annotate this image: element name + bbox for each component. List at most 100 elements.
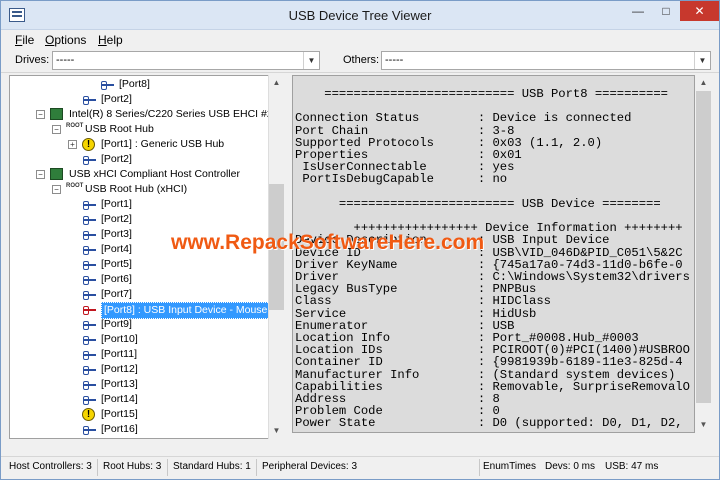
status-bar: Host Controllers: 3 Root Hubs: 3 Standar… bbox=[1, 456, 719, 479]
tree-item-label: [Port13] bbox=[101, 378, 138, 390]
tree-item-label: USB Root Hub bbox=[85, 123, 154, 135]
usb-port-icon bbox=[82, 363, 98, 376]
tree-item[interactable]: − Intel(R) 8 Series/C220 Series USB EHCI … bbox=[10, 107, 284, 122]
status-devs-time: Devs: 0 ms bbox=[545, 461, 596, 472]
scroll-up-icon[interactable]: ▲ bbox=[696, 75, 711, 90]
tree-item[interactable]: − USB xHCI Compliant Host Controller bbox=[10, 167, 270, 182]
tree-item[interactable]: [Port1] bbox=[10, 197, 270, 212]
tree-item[interactable]: − ROOT USB Root Hub bbox=[10, 122, 270, 137]
collapse-icon[interactable]: − bbox=[36, 170, 45, 179]
details-horizontal-scrollbar[interactable] bbox=[292, 433, 695, 443]
tree-item[interactable]: [Port2] bbox=[10, 152, 270, 167]
root-hub-icon: ROOT bbox=[66, 123, 84, 129]
usb-port-icon bbox=[82, 243, 98, 256]
detail-line: Driver : C:\Windows\System32\drivers bbox=[295, 270, 690, 284]
tree-item-label: [Port10] bbox=[101, 333, 138, 345]
tree-item[interactable]: [Port13] bbox=[10, 377, 270, 392]
drives-value: ----- bbox=[56, 54, 75, 66]
status-host-controllers: Host Controllers: 3 bbox=[9, 461, 92, 472]
chevron-down-icon[interactable]: ▼ bbox=[694, 52, 710, 69]
tree-item[interactable]: [Port12] bbox=[10, 362, 270, 377]
tree-item[interactable]: [Port16] bbox=[10, 422, 270, 437]
tree-item-label: [Port6] bbox=[101, 273, 132, 285]
usb-port-icon bbox=[82, 423, 98, 436]
detail-line: ======================== USB Device ====… bbox=[295, 196, 661, 211]
maximize-button[interactable]: □ bbox=[652, 1, 680, 21]
detail-line: ========================== USB Port8 ===… bbox=[295, 87, 668, 101]
tree-item[interactable]: [Port11] bbox=[10, 347, 270, 362]
tree-item[interactable]: [Port7] bbox=[10, 287, 270, 302]
menu-file[interactable]: File bbox=[15, 33, 34, 47]
detail-line: Legacy BusType : PNPBus bbox=[295, 282, 537, 297]
detail-line: IsUserConnectable : yes bbox=[295, 160, 515, 175]
detail-line: Problem Code : 0 bbox=[295, 404, 500, 419]
drives-toolbar: Drives: ----- ▼ Others: ----- ▼ bbox=[1, 49, 719, 73]
detail-line: Class : HIDClass bbox=[295, 294, 551, 309]
collapse-icon[interactable]: − bbox=[52, 185, 61, 194]
tree-item[interactable]: [Port8] bbox=[10, 77, 270, 92]
tree-item[interactable]: [Port14] bbox=[10, 392, 270, 407]
close-button[interactable]: ✕ bbox=[680, 1, 719, 21]
usb-port-icon bbox=[82, 93, 98, 106]
details-scroll-thumb[interactable] bbox=[696, 91, 711, 403]
tree-item[interactable]: +! [Port1] : Generic USB Hub bbox=[10, 137, 270, 152]
collapse-icon[interactable]: − bbox=[52, 125, 61, 134]
tree-item-label: [Port2] bbox=[101, 93, 132, 105]
tree-item[interactable]: [Port5] bbox=[10, 257, 270, 272]
chevron-down-icon[interactable]: ▼ bbox=[303, 52, 319, 69]
usb-port-icon bbox=[82, 288, 98, 301]
expand-icon[interactable]: + bbox=[68, 140, 77, 149]
scroll-up-icon[interactable]: ▲ bbox=[269, 75, 284, 90]
tree-item-label: [Port11] bbox=[101, 348, 137, 360]
device-tree[interactable]: [Port8] [Port2] − Intel(R) 8 Series/C220 Se… bbox=[9, 75, 285, 439]
tree-item[interactable]: [Port10] bbox=[10, 332, 270, 347]
tree-item[interactable]: [Port8] : USB Input Device - Mouse bbox=[10, 302, 271, 319]
tree-item[interactable]: − ROOT USB Root Hub (xHCI) bbox=[10, 182, 270, 197]
tree-item-label: USB Root Hub (xHCI) bbox=[85, 183, 188, 195]
others-dropdown[interactable]: ----- ▼ bbox=[381, 51, 711, 70]
detail-line: Manufacturer Info : (Standard system dev… bbox=[295, 367, 676, 382]
tree-item[interactable]: [Port2] bbox=[10, 212, 270, 227]
status-divider bbox=[256, 459, 257, 476]
title-bar[interactable]: USB Device Tree Viewer — □ ✕ bbox=[1, 1, 719, 30]
detail-line: Capabilities : Removable, SurpriseRemova… bbox=[295, 379, 690, 394]
detail-line: Port Chain : 3-8 bbox=[295, 123, 515, 138]
scroll-down-icon[interactable]: ▼ bbox=[696, 417, 711, 432]
tree-item-label: [Port9] bbox=[101, 318, 132, 330]
usb-port-icon bbox=[82, 318, 98, 331]
usb-port-icon bbox=[82, 393, 98, 406]
host-controller-icon bbox=[50, 108, 63, 120]
detail-line: Location IDs : PCIROOT(0)#PCI(1400)#USBR… bbox=[295, 343, 690, 358]
collapse-icon[interactable]: − bbox=[36, 110, 45, 119]
warning-icon: ! bbox=[82, 408, 95, 421]
detail-line: Container ID : {9981939b-6189-11e3-825d-… bbox=[295, 355, 683, 370]
warning-icon: ! bbox=[82, 138, 95, 151]
drives-label: Drives: bbox=[15, 54, 50, 66]
tree-item-label: [Port3] bbox=[101, 228, 132, 240]
usb-port-icon bbox=[82, 213, 98, 226]
usb-port-icon bbox=[82, 198, 98, 211]
tree-item[interactable]: [Port6] bbox=[10, 272, 270, 287]
minimize-button[interactable]: — bbox=[624, 1, 652, 21]
status-divider bbox=[167, 459, 168, 476]
root-hub-icon: ROOT bbox=[66, 183, 84, 189]
detail-line: Connection Status : Device is connected bbox=[295, 111, 632, 126]
detail-line: Enumerator : USB bbox=[295, 318, 515, 333]
detail-line: Location Info : Port_#0008.Hub_#0003 bbox=[295, 331, 639, 345]
host-controller-icon bbox=[50, 168, 63, 180]
usb-port-icon bbox=[82, 273, 98, 286]
scroll-down-icon[interactable]: ▼ bbox=[269, 423, 284, 438]
tree-item-label: Intel(R) 8 Series/C220 Series USB EHCI #… bbox=[69, 108, 285, 120]
tree-item-label: [Port8] bbox=[119, 78, 150, 90]
tree-item[interactable]: [Port9] bbox=[10, 317, 270, 332]
menu-help[interactable]: Help bbox=[98, 33, 123, 47]
tree-item[interactable]: ! [Port15] bbox=[10, 407, 270, 422]
tree-item-label: [Port7] bbox=[101, 288, 132, 300]
usb-port-icon bbox=[82, 153, 98, 166]
drives-dropdown[interactable]: ----- ▼ bbox=[52, 51, 320, 70]
status-standard-hubs: Standard Hubs: 1 bbox=[173, 461, 251, 472]
tree-item[interactable]: [Port2] bbox=[10, 92, 270, 107]
detail-line: Supported Protocols : 0x03 (1.1, 2.0) bbox=[295, 135, 603, 150]
tree-item-label: [Port14] bbox=[101, 393, 138, 405]
menu-options[interactable]: Options bbox=[45, 33, 86, 47]
